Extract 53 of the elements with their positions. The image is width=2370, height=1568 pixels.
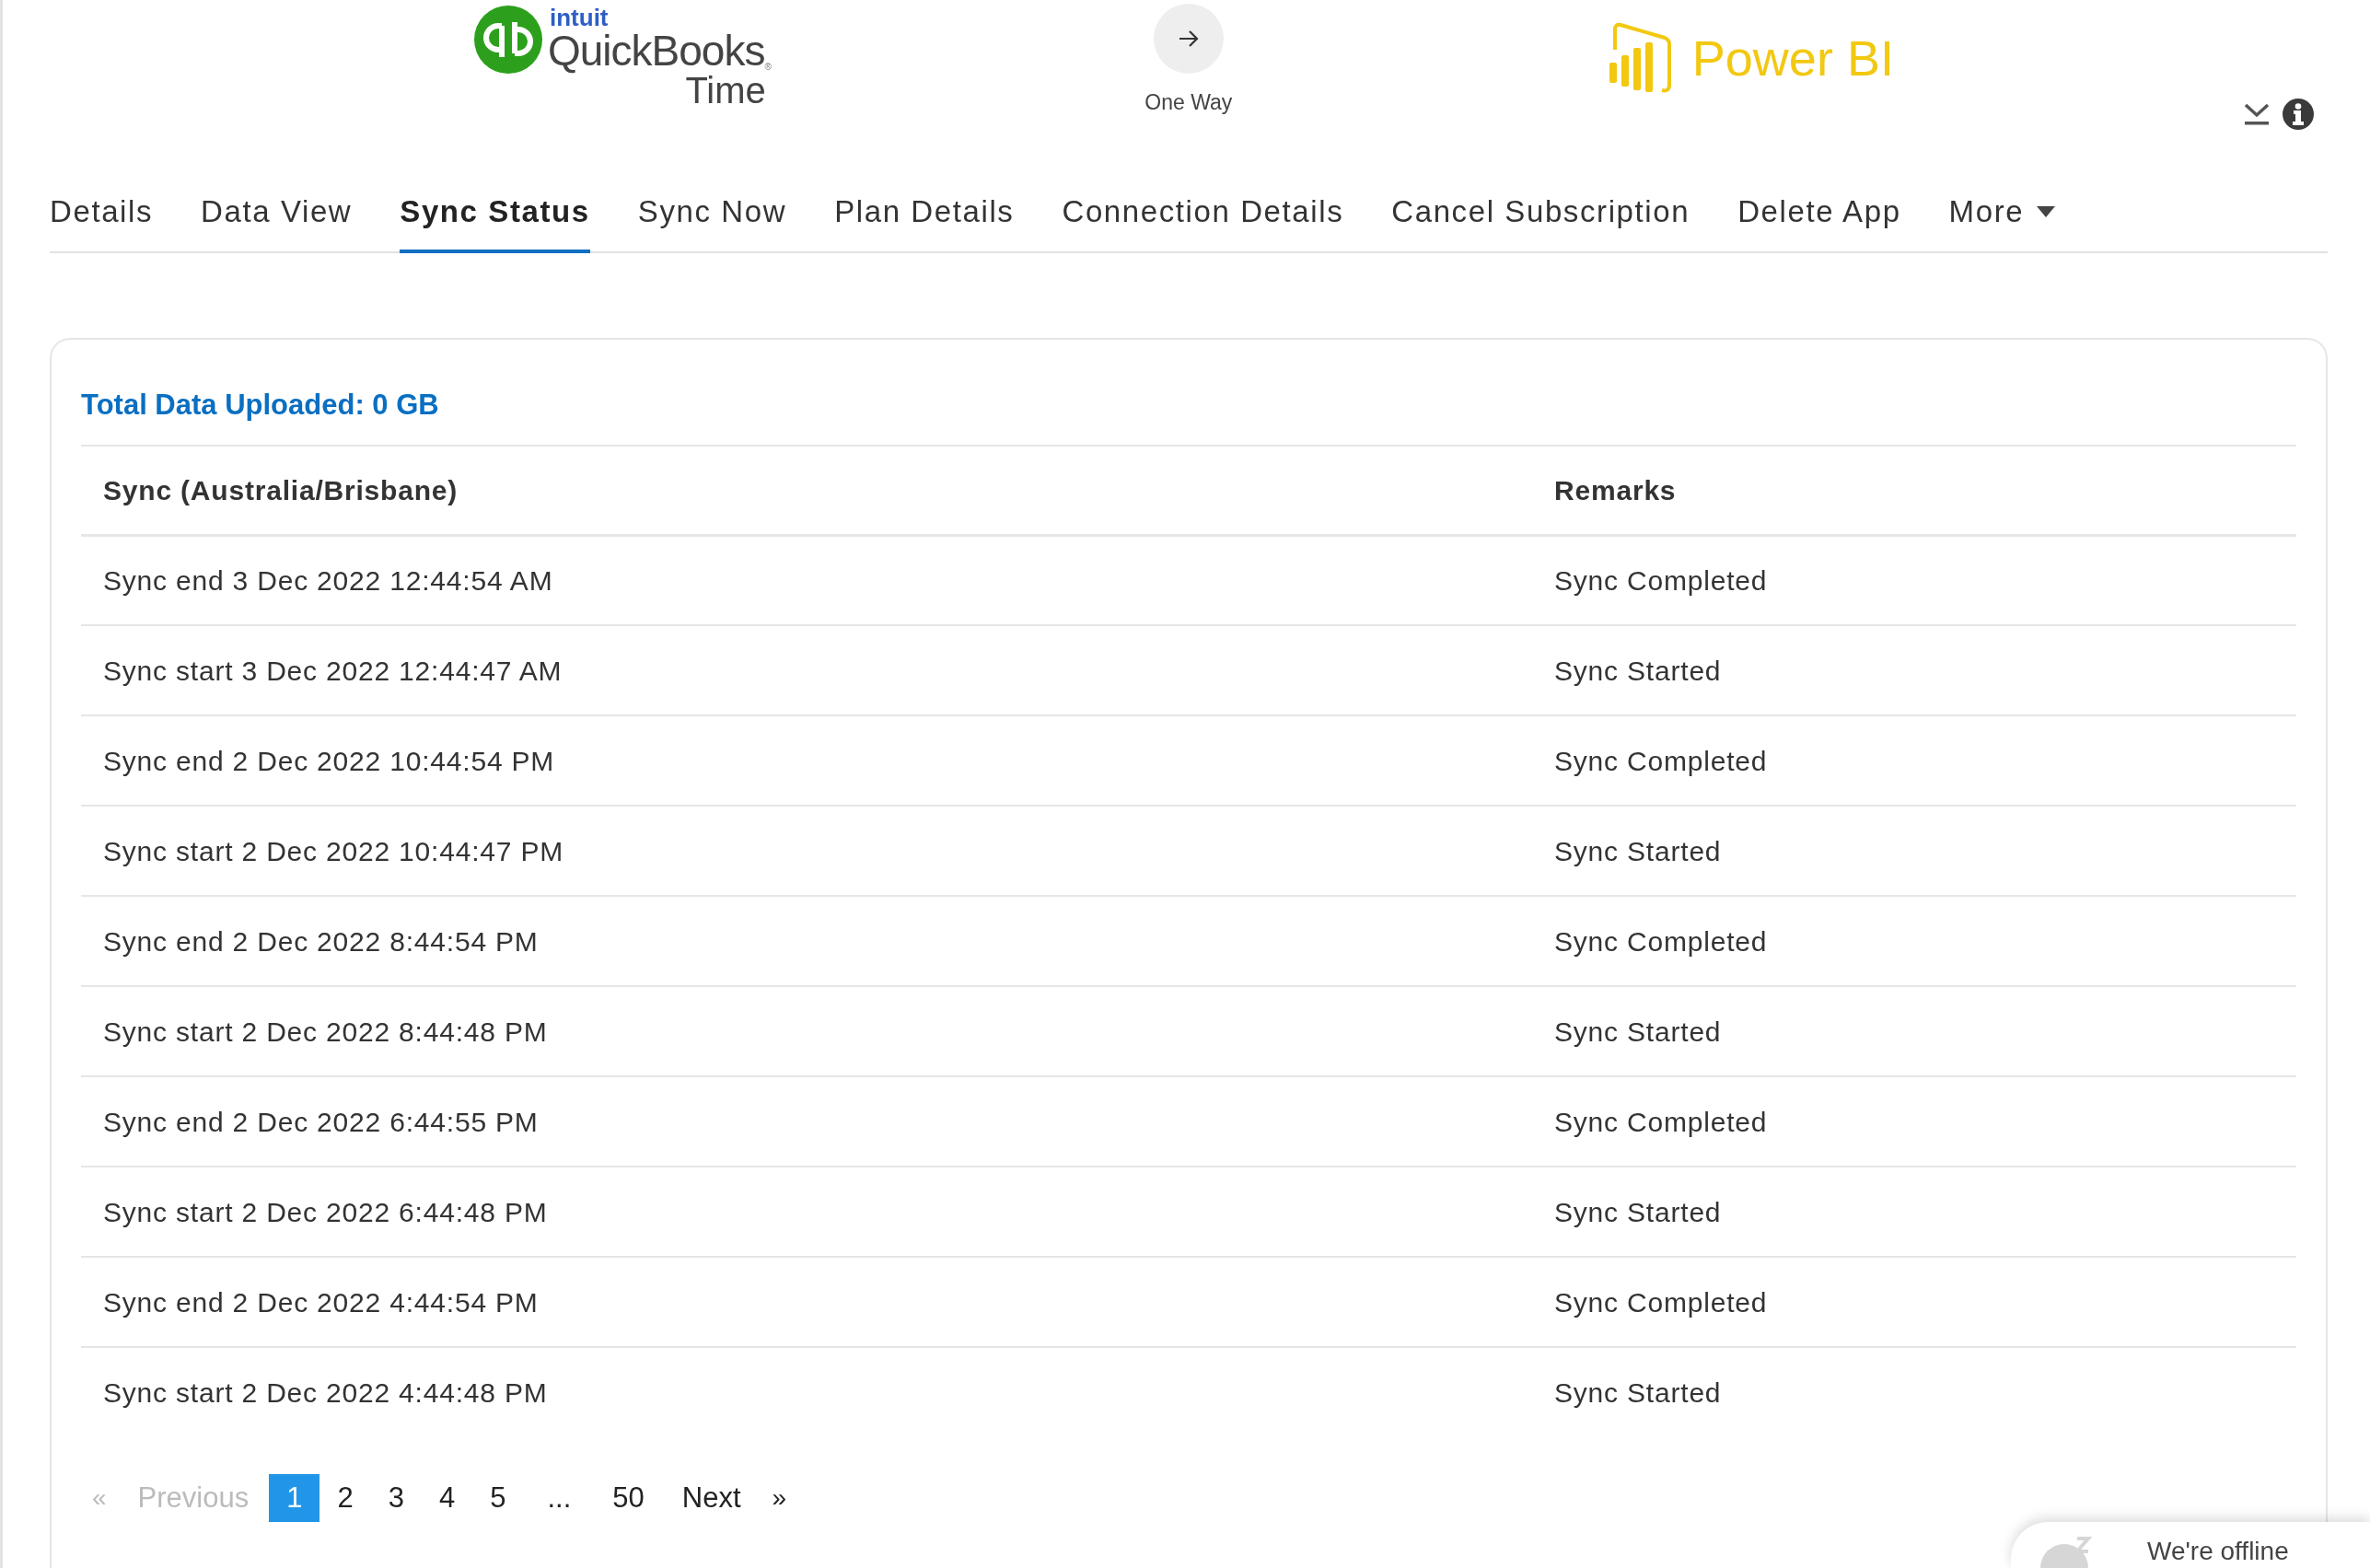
table-cell: Sync Completed [1532,535,2296,625]
caret-icon [2037,205,2056,217]
page-link[interactable]: 4 [421,1474,473,1522]
column-header: Sync (Australia/Brisbane) [81,446,1532,535]
table-cell: Sync start 2 Dec 2022 4:44:48 PM [81,1347,1532,1437]
table-cell: Sync Started [1532,625,2296,715]
table-cell: Sync Completed [1532,1257,2296,1347]
column-header: Remarks [1532,446,2296,535]
table-cell: Sync start 3 Dec 2022 12:44:47 AM [81,625,1532,715]
bar-chart-logo-icon [1607,22,1672,94]
tab[interactable]: Data View [201,189,353,253]
info-icon[interactable] [2282,98,2315,131]
tab[interactable]: Plan Details [834,189,1015,253]
total-uploaded-label: Total Data Uploaded: 0 GB [81,387,439,423]
offline-status: We're offline [2147,1539,2289,1567]
page-link[interactable]: 50 [595,1474,662,1522]
tab[interactable]: More [1948,189,2056,253]
table-cell: Sync Started [1532,1347,2296,1437]
page-nav-link[interactable]: Next [661,1474,761,1522]
page-ellipsis: ... [546,1481,573,1516]
table-cell: Sync Started [1532,986,2296,1076]
table-cell: Sync Completed [1532,896,2296,986]
table-cell: Sync end 2 Dec 2022 8:44:54 PM [81,896,1532,986]
table-cell: Sync Started [1532,806,2296,896]
right-arrow-icon [1178,30,1199,47]
tab[interactable]: Connection Details [1062,189,1344,253]
table-cell: Sync end 3 Dec 2022 12:44:54 AM [81,535,1532,625]
page-link[interactable]: 2 [319,1474,371,1522]
table-cell: Sync end 2 Dec 2022 6:44:55 PM [81,1076,1532,1167]
page-link[interactable]: 3 [370,1474,422,1522]
table-cell: Sync end 2 Dec 2022 4:44:54 PM [81,1257,1532,1347]
table-cell: Sync Completed [1532,1076,2296,1167]
tab[interactable]: Sync Status [400,189,590,253]
table-cell: Sync start 2 Dec 2022 10:44:47 PM [81,806,1532,896]
product-name: Time [685,72,766,109]
registered-mark: ® [764,63,772,72]
table-cell: Sync Started [1532,1167,2296,1257]
table-cell: Sync Completed [1532,715,2296,806]
table-cell: Sync start 2 Dec 2022 6:44:48 PM [81,1167,1532,1257]
download-icon[interactable] [2243,101,2271,127]
tab[interactable]: Delete App [1737,189,1901,253]
quickbooks-logo-icon [474,6,542,74]
chat-widget[interactable]: We're offline [2011,1522,2370,1568]
table-cell: Sync start 2 Dec 2022 8:44:48 PM [81,986,1532,1076]
direction-label: One Way [1144,89,1233,116]
table-cell: Sync end 2 Dec 2022 10:44:54 PM [81,715,1532,806]
brand-name: intuit [550,6,610,29]
tab[interactable]: Cancel Subscription [1391,189,1690,253]
app-name: Power BI [1691,33,1894,83]
tab[interactable]: Sync Now [637,189,787,253]
tab[interactable]: Details [50,189,154,253]
app-name: QuickBooks [548,29,765,72]
page-link[interactable]: 5 [472,1474,524,1522]
